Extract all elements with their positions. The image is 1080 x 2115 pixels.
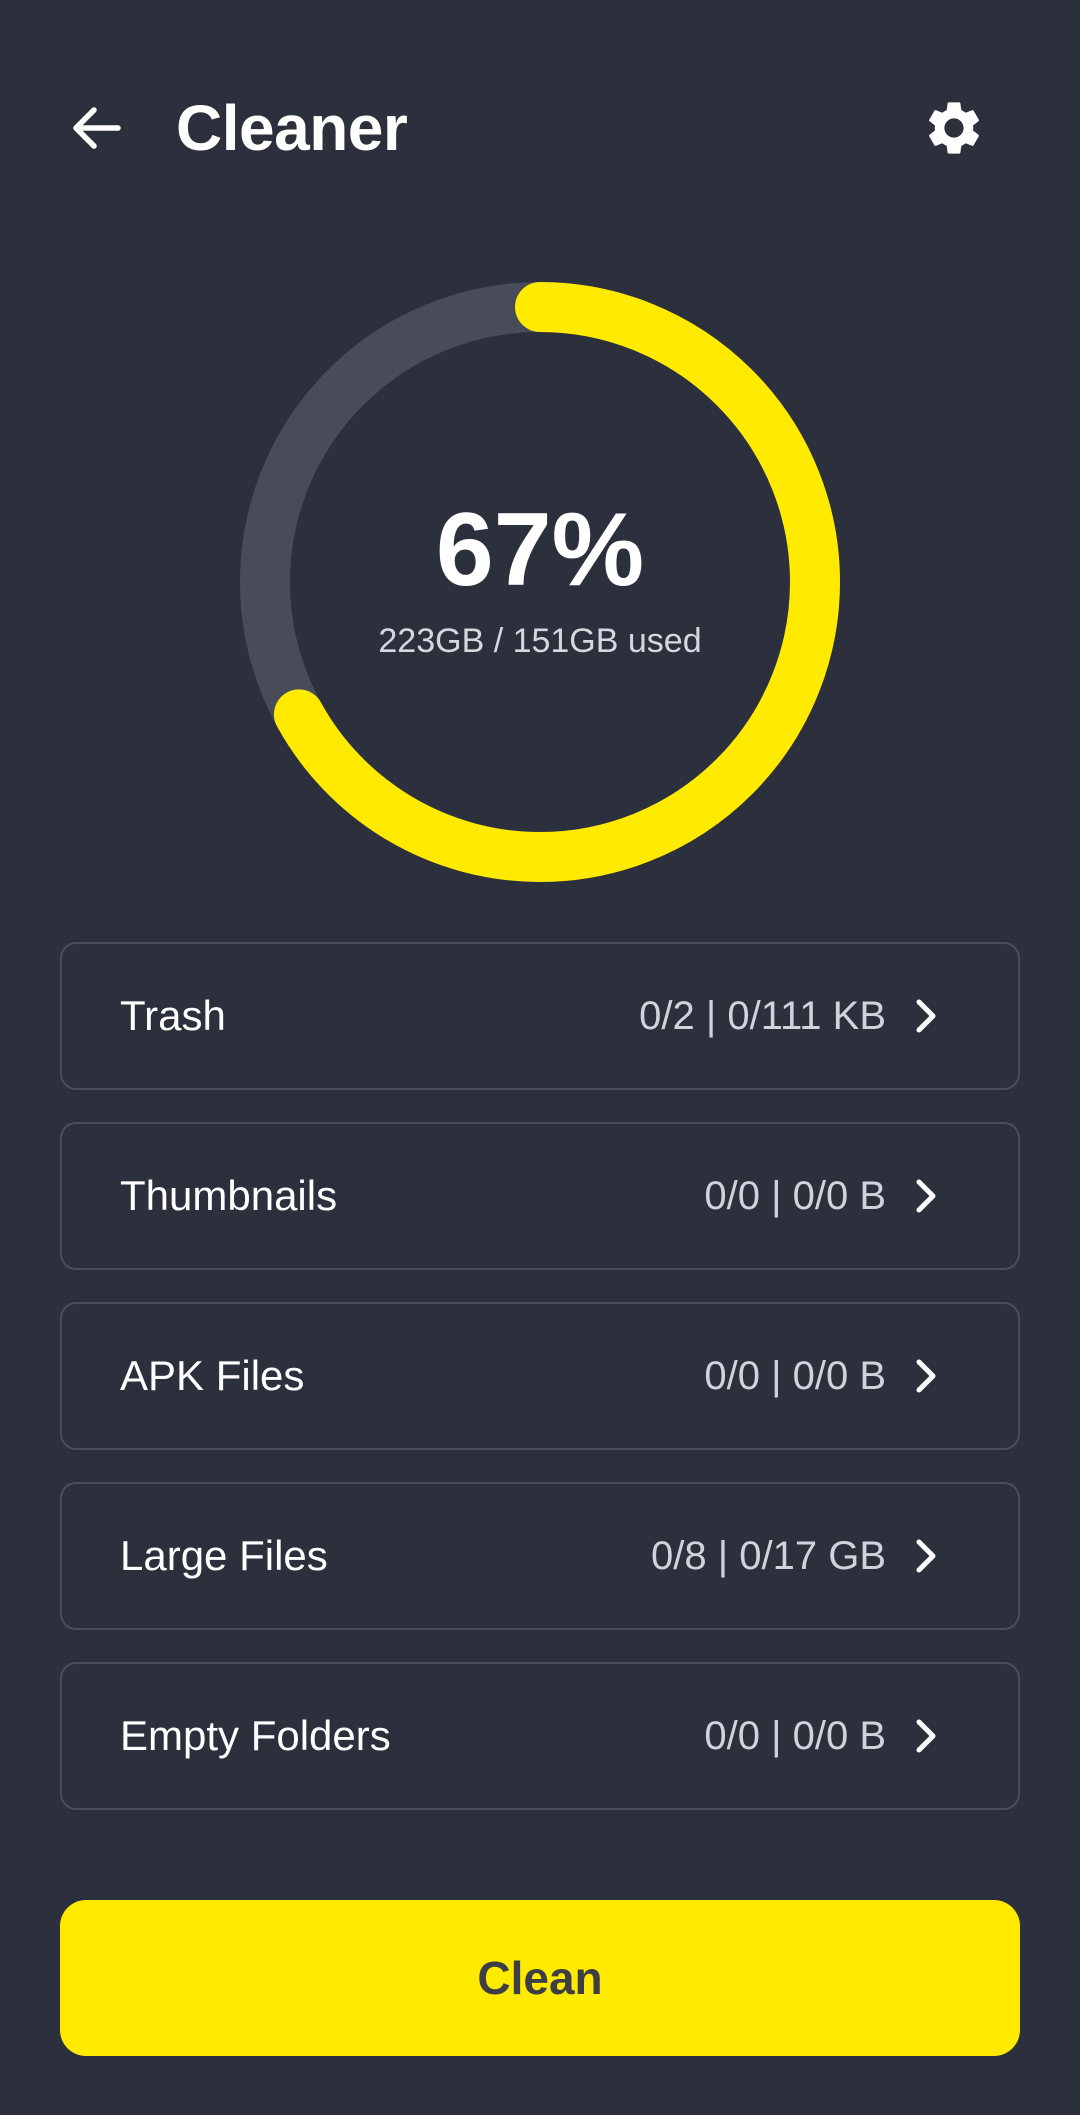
storage-gauge: 67% 223GB / 151GB used: [240, 282, 840, 882]
chevron-right-icon: [908, 1716, 944, 1756]
settings-button[interactable]: [914, 88, 994, 168]
category-list: Trash 0/2 | 0/111 KB Thumbnails 0/0 | 0/…: [60, 942, 1020, 1842]
category-label: Large Files: [120, 1532, 328, 1579]
category-label: APK Files: [120, 1352, 305, 1399]
top-app-bar: Cleaner: [0, 0, 1080, 260]
category-row-trash[interactable]: Trash 0/2 | 0/111 KB: [60, 942, 1020, 1090]
category-label: Thumbnails: [120, 1172, 338, 1219]
category-label: Empty Folders: [120, 1712, 391, 1759]
chevron-right-icon: [908, 996, 944, 1036]
usage-label: 223GB / 151GB used: [378, 622, 702, 660]
category-row-apk-files[interactable]: APK Files 0/0 | 0/0 B: [60, 1302, 1020, 1450]
category-value: 0/0 | 0/0 B: [704, 1713, 886, 1758]
clean-button[interactable]: Clean: [60, 1900, 1020, 2056]
category-value: 0/0 | 0/0 B: [704, 1173, 886, 1218]
arrow-left-icon: [73, 107, 121, 149]
category-row-large-files[interactable]: Large Files 0/8 | 0/17 GB: [60, 1482, 1020, 1630]
back-button[interactable]: [56, 88, 136, 168]
category-value: 0/2 | 0/111 KB: [639, 993, 886, 1038]
page-title: Cleaner: [176, 92, 408, 164]
category-row-empty-folders[interactable]: Empty Folders 0/0 | 0/0 B: [60, 1662, 1020, 1810]
chevron-right-icon: [908, 1176, 944, 1216]
category-row-thumbnails[interactable]: Thumbnails 0/0 | 0/0 B: [60, 1122, 1020, 1270]
gear-icon: [929, 102, 979, 154]
category-value: 0/8 | 0/17 GB: [651, 1533, 886, 1578]
category-value: 0/0 | 0/0 B: [704, 1353, 886, 1398]
usage-percent: 67%: [435, 492, 645, 608]
chevron-right-icon: [908, 1536, 944, 1576]
chevron-right-icon: [908, 1356, 944, 1396]
category-label: Trash: [120, 992, 226, 1039]
gauge-center: 67% 223GB / 151GB used: [240, 282, 840, 882]
